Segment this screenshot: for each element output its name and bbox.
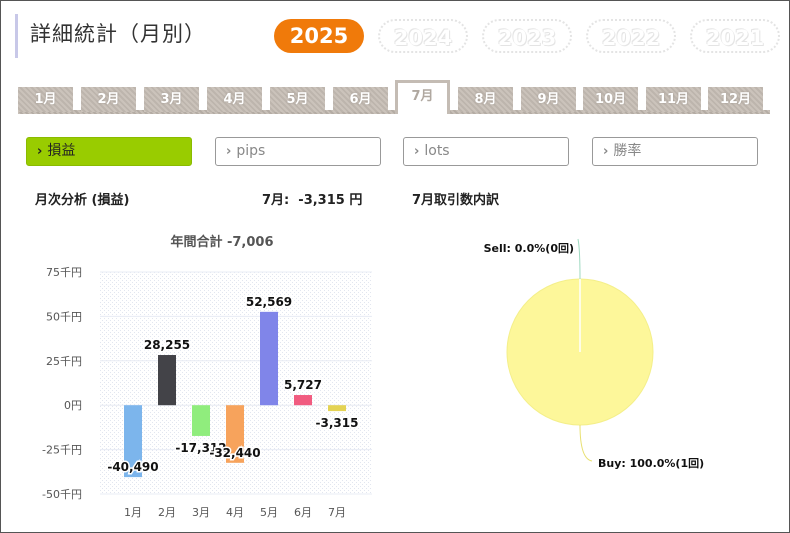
x-tick-label: 3月	[192, 506, 210, 519]
metric-tab-profit[interactable]: › 損益	[26, 137, 192, 166]
data-label: 5,727	[284, 378, 322, 392]
month-tab-4[interactable]: 4月	[207, 87, 262, 112]
sell-connector	[577, 238, 581, 280]
month-tab-10[interactable]: 10月	[583, 87, 638, 112]
y-tick-label: 0円	[64, 399, 82, 412]
data-label: -32,440	[209, 446, 260, 460]
x-tick-label: 4月	[226, 506, 244, 519]
month-tab-8[interactable]: 8月	[458, 87, 513, 112]
year-selector: 2025 2024 2023 2022 2021	[274, 19, 780, 53]
x-tick-label: 5月	[260, 506, 278, 519]
month-tab-7[interactable]: 7月	[395, 80, 450, 114]
metric-tab-label: pips	[236, 143, 266, 159]
month-tab-12[interactable]: 12月	[708, 87, 763, 112]
month-tab-11[interactable]: 11月	[646, 87, 701, 112]
x-tick-label: 2月	[158, 506, 176, 519]
month-tab-2[interactable]: 2月	[81, 87, 136, 112]
buy-connector	[579, 424, 593, 462]
monthly-profit-bar-chart: 年間合計 -7,006 75千円 50千円 25千円 0円 -25千円 -50千円 -40,4…	[42, 234, 372, 519]
metric-tab-label: 損益	[47, 143, 76, 159]
data-label: -3,315	[316, 416, 359, 430]
month-tab-6[interactable]: 6月	[333, 87, 388, 112]
year-tab-2022[interactable]: 2022	[586, 19, 676, 53]
x-tick-label: 1月	[124, 506, 142, 519]
metric-tab-winrate[interactable]: › 勝率	[592, 137, 758, 166]
year-tab-2023[interactable]: 2023	[482, 19, 572, 53]
bar	[328, 405, 346, 412]
title-bar: 詳細統計（月別）	[15, 14, 206, 58]
page-title: 詳細統計（月別）	[30, 22, 206, 46]
bar	[260, 311, 278, 406]
chevron-right-icon: ›	[37, 144, 43, 159]
metric-tab-lots[interactable]: › lots	[403, 137, 569, 166]
chevron-right-icon: ›	[414, 144, 420, 159]
data-label: 52,569	[246, 295, 292, 309]
chevron-right-icon: ›	[226, 144, 232, 159]
current-month-value: 7月: -3,315 円	[262, 193, 363, 208]
chevron-right-icon: ›	[603, 144, 609, 159]
y-tick-label: -25千円	[42, 444, 82, 457]
month-tab-5[interactable]: 5月	[270, 87, 325, 112]
bar	[294, 395, 312, 406]
y-tick-label: -50千円	[42, 488, 82, 501]
data-label: -40,490	[107, 460, 158, 474]
data-label: 28,255	[144, 338, 190, 352]
y-tick-label: 50千円	[46, 310, 82, 323]
chart-title: 年間合計 -7,006	[170, 234, 273, 250]
bar	[158, 355, 176, 406]
metric-tab-label: lots	[424, 143, 450, 159]
trade-breakdown-pie-chart: Sell: 0.0%(0回) Buy: 100.0%(1回)	[484, 238, 704, 470]
metric-tab-label: 勝率	[613, 143, 642, 159]
x-tick-label: 6月	[294, 506, 312, 519]
metric-tab-pips[interactable]: › pips	[215, 137, 381, 166]
monthly-analysis-label: 月次分析 (損益)	[35, 193, 130, 208]
x-tick-label: 7月	[328, 506, 346, 519]
month-tab-3[interactable]: 3月	[144, 87, 199, 112]
month-tabs: 1月 2月 3月 4月 5月 6月 7月 8月 9月 10月 11月 12月	[18, 80, 770, 114]
year-tab-2021[interactable]: 2021	[690, 19, 780, 53]
year-tab-2024[interactable]: 2024	[378, 19, 468, 53]
month-tab-9[interactable]: 9月	[521, 87, 576, 112]
trade-breakdown-label: 7月取引数内訳	[412, 193, 500, 208]
y-tick-label: 25千円	[46, 355, 82, 368]
year-tab-2025[interactable]: 2025	[274, 19, 364, 53]
month-tab-1[interactable]: 1月	[18, 87, 73, 112]
buy-label: Buy: 100.0%(1回)	[598, 456, 704, 470]
sell-label: Sell: 0.0%(0回)	[484, 241, 574, 255]
bar	[192, 405, 210, 436]
y-tick-label: 75千円	[46, 266, 82, 279]
